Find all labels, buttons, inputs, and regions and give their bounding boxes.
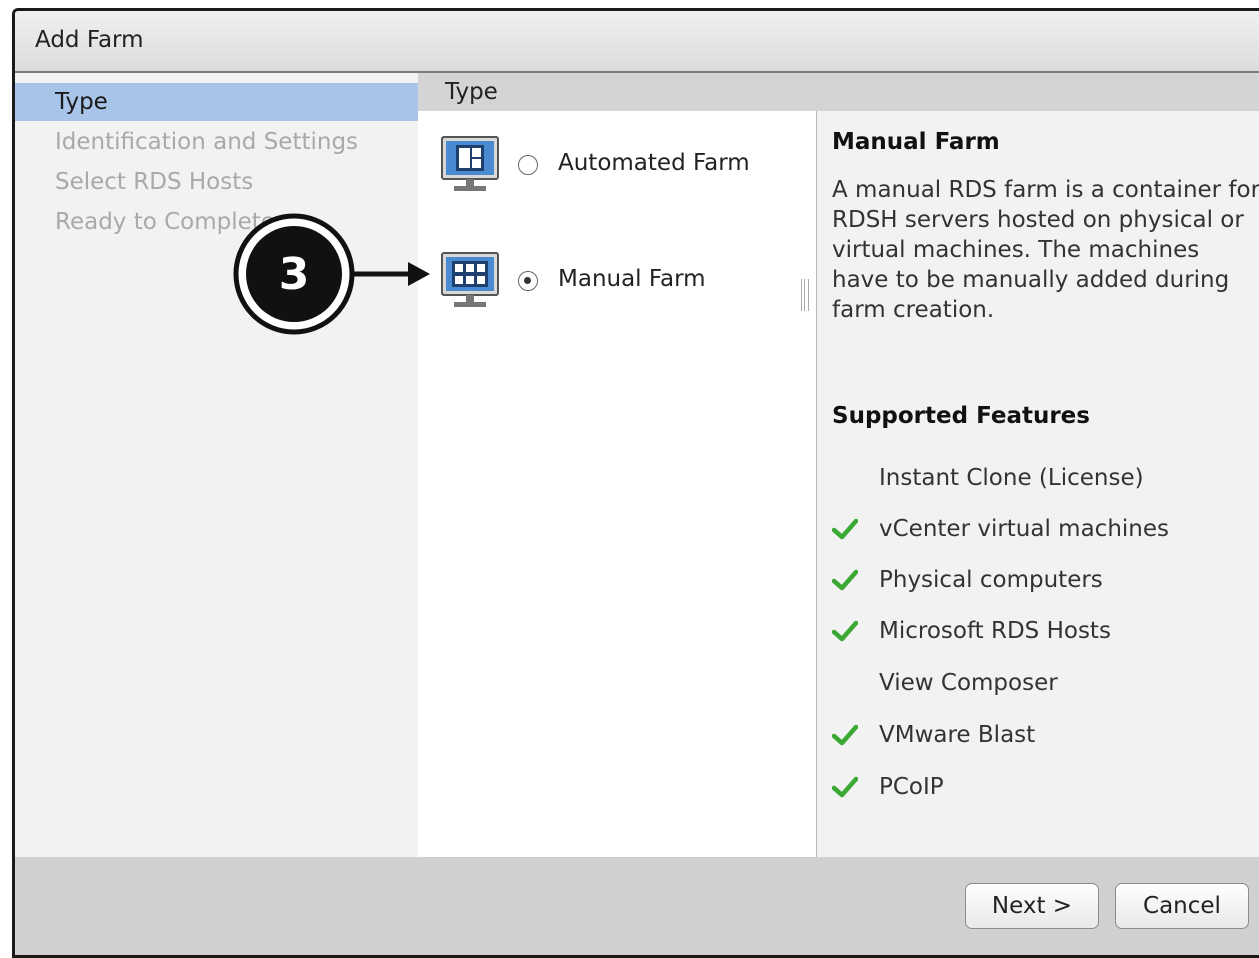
add-farm-dialog: Add Farm Type Identification and Setting… <box>12 8 1259 958</box>
dialog-titlebar[interactable]: Add Farm <box>15 11 1259 73</box>
checkmark-icon <box>832 620 858 642</box>
dialog-footer: Next > Cancel <box>15 857 1259 955</box>
description-title: Manual Farm <box>832 129 1000 155</box>
checkmark-icon <box>832 569 858 591</box>
feature-label: View Composer <box>879 670 1058 696</box>
checkmark-icon <box>832 724 858 746</box>
option-manual-farm[interactable]: Manual Farm <box>440 251 800 311</box>
panel-splitter-handle[interactable] <box>801 279 809 311</box>
feature-item: Physical computers <box>832 565 1252 597</box>
nav-item-select-rds-hosts: Select RDS Hosts <box>55 169 254 195</box>
description-text: A manual RDS farm is a container for RDS… <box>832 177 1259 323</box>
feature-label: vCenter virtual machines <box>879 516 1170 542</box>
wizard-steps-nav: Type Identification and Settings Select … <box>15 73 418 955</box>
checkmark-icon <box>832 776 858 798</box>
type-section-header: Type <box>418 73 1259 111</box>
manual-farm-label[interactable]: Manual Farm <box>558 266 706 292</box>
automated-farm-radio[interactable] <box>518 155 538 175</box>
feature-item: PCoIP <box>832 772 1252 804</box>
manual-farm-radio[interactable] <box>518 271 538 291</box>
feature-label: Microsoft RDS Hosts <box>879 618 1111 644</box>
feature-label: VMware Blast <box>879 722 1036 748</box>
feature-item: vCenter virtual machines <box>832 514 1252 546</box>
feature-label: Instant Clone (License) <box>879 465 1144 491</box>
option-automated-farm[interactable]: Automated Farm <box>440 135 800 195</box>
checkmark-icon <box>832 518 858 540</box>
feature-item: View Composer <box>832 668 1252 700</box>
nav-item-identification-settings: Identification and Settings <box>55 129 359 155</box>
automated-farm-label[interactable]: Automated Farm <box>558 150 750 176</box>
feature-item: VMware Blast <box>832 720 1252 752</box>
step-number-label: 3 <box>278 249 310 300</box>
manual-farm-monitor-icon <box>441 252 499 307</box>
supported-features-title: Supported Features <box>832 403 1090 429</box>
cancel-button[interactable]: Cancel <box>1115 883 1249 929</box>
feature-label: Physical computers <box>879 567 1103 593</box>
next-button[interactable]: Next > <box>965 883 1099 929</box>
nav-item-type[interactable]: Type <box>15 83 418 121</box>
automated-farm-monitor-icon <box>441 136 499 191</box>
feature-item: Instant Clone (License) <box>832 463 1252 495</box>
dialog-title: Add Farm <box>35 27 144 53</box>
type-header-label: Type <box>445 79 498 105</box>
feature-label: PCoIP <box>879 774 944 800</box>
farm-type-options: Automated Farm Manual Farm <box>418 111 817 857</box>
feature-item: Microsoft RDS Hosts <box>832 616 1252 648</box>
farm-description-panel: Manual Farm A manual RDS farm is a conta… <box>817 111 1259 857</box>
